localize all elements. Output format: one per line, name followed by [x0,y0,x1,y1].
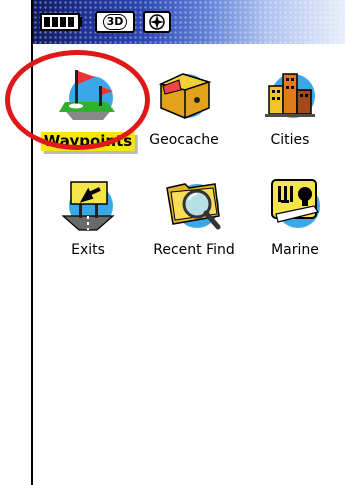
gps-find-menu-screen: 3D Waypoints Geocache Cities Exits Recen… [0,0,345,485]
status-bar: 3D [33,0,345,44]
marine-services-icon [264,172,326,234]
menu-item-label: Geocache [149,132,219,148]
menu-item-label: Cities [270,132,310,148]
battery-terminal [78,17,82,27]
menu-item-label: Recent Find [153,242,235,258]
gps-mode-text: 3D [102,14,128,30]
buildings-icon [259,62,321,124]
menu-item-marine[interactable]: Marine [240,162,345,262]
menu-item-recent-find[interactable]: Recent Find [139,162,249,262]
highway-exit-icon [57,172,119,234]
folder-magnifier-icon [163,172,225,234]
annotation-highlight-circle [5,50,150,150]
menu-item-label: Exits [71,242,105,258]
menu-item-cities[interactable]: Cities [235,52,345,152]
menu-item-exits[interactable]: Exits [33,162,143,262]
gps-fix-status: 3D [95,11,135,33]
menu-item-label: Marine [271,242,319,258]
compass-icon [143,11,171,33]
treasure-chest-icon [153,62,215,124]
battery-full-icon [40,13,80,31]
